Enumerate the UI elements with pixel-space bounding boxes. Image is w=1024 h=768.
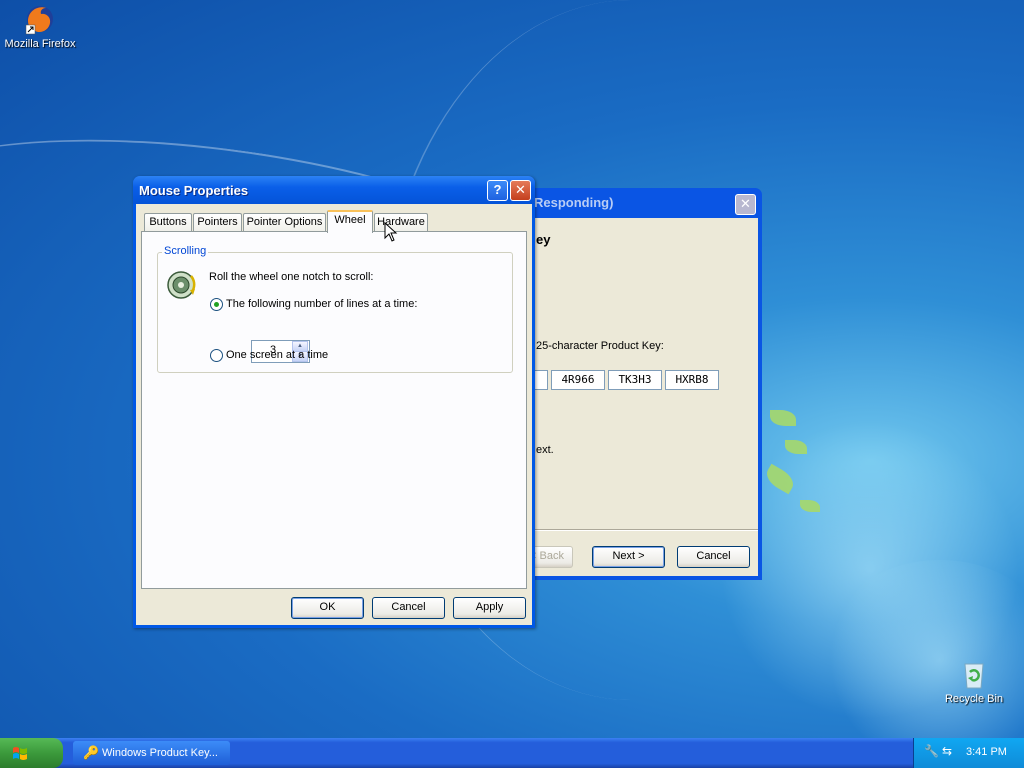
start-button[interactable]	[0, 738, 63, 768]
title-bar[interactable]: Mouse Properties ? ✕	[133, 176, 535, 204]
mouse-wheel-icon	[166, 270, 196, 300]
apply-button[interactable]: Apply	[453, 597, 526, 619]
cancel-button[interactable]: Cancel	[372, 597, 445, 619]
tray-key-icon[interactable]: 🔧	[924, 744, 939, 758]
dialog-title: Mouse Properties	[139, 183, 249, 198]
mouse-cursor-icon	[384, 221, 398, 242]
mouse-properties-dialog: Mouse Properties ? ✕ Buttons Pointers Po…	[133, 176, 535, 628]
key-field-5[interactable]: 4R966	[551, 370, 605, 390]
firefox-icon	[24, 3, 56, 35]
scrolling-group-label: Scrolling	[162, 245, 209, 257]
product-key-window: Responding) ✕ ey 25-character Product Ke…	[522, 188, 762, 580]
tab-buttons[interactable]: Buttons	[144, 213, 192, 231]
wizard-heading: ey	[536, 232, 551, 247]
screen-radio[interactable]	[210, 349, 223, 362]
next-button[interactable]: Next >	[592, 546, 665, 568]
tab-wheel[interactable]: Wheel	[327, 210, 373, 233]
wizard-separator	[532, 529, 758, 531]
close-icon: ✕	[740, 196, 751, 211]
lines-radio[interactable]	[210, 298, 223, 311]
key-field-6[interactable]: TK3H3	[608, 370, 662, 390]
taskbar-item-product-key[interactable]: 🔑 Windows Product Key...	[73, 741, 230, 765]
system-tray: 🔧 ⇆ 3:41 PM	[913, 738, 1024, 768]
key-field-7[interactable]: HXRB8	[665, 370, 719, 390]
desktop-icon-firefox[interactable]: Mozilla Firefox	[0, 3, 80, 50]
taskbar-item-label: Windows Product Key...	[102, 747, 218, 759]
screen-radio-label[interactable]: One screen at a time	[226, 349, 328, 361]
dialog-client: Buttons Pointers Pointer Options Wheel H…	[136, 204, 532, 625]
lines-radio-label[interactable]: The following number of lines at a time:	[226, 298, 417, 310]
scroll-instruction: Roll the wheel one notch to scroll:	[209, 271, 374, 283]
key-app-icon: 🔑	[83, 745, 100, 760]
tab-pointers[interactable]: Pointers	[193, 213, 242, 231]
wizard-client: ey 25-character Product Key: 4R966 TK3H3…	[522, 218, 758, 576]
recycle-bin-icon	[958, 658, 990, 690]
tab-hardware[interactable]: Hardware	[374, 213, 428, 231]
help-icon: ?	[493, 182, 502, 197]
wizard-next-hint: ext.	[536, 444, 554, 456]
close-button[interactable]: ✕	[735, 194, 756, 215]
close-button[interactable]: ✕	[510, 180, 531, 201]
tray-network-icon[interactable]: ⇆	[942, 744, 952, 758]
clock[interactable]: 3:41 PM	[966, 746, 1007, 758]
help-button[interactable]: ?	[487, 180, 508, 201]
cancel-button[interactable]: Cancel	[677, 546, 750, 568]
desktop-icon-recycle-bin[interactable]: Recycle Bin	[934, 658, 1014, 705]
desktop-icon-label: Mozilla Firefox	[4, 38, 76, 50]
ok-button[interactable]: OK	[291, 597, 364, 619]
windows-flag-icon	[13, 747, 27, 760]
close-icon: ✕	[515, 182, 526, 197]
taskbar: 🔑 Windows Product Key... 🔧 ⇆ 3:41 PM	[0, 738, 1024, 768]
wheel-tab-panel: Scrolling Roll the wheel one notch to sc…	[141, 231, 527, 589]
tab-pointer-options[interactable]: Pointer Options	[243, 213, 326, 231]
window-title: Responding)	[534, 195, 614, 210]
wizard-instruction: 25-character Product Key:	[536, 340, 664, 352]
desktop-icon-label: Recycle Bin	[944, 693, 1004, 705]
